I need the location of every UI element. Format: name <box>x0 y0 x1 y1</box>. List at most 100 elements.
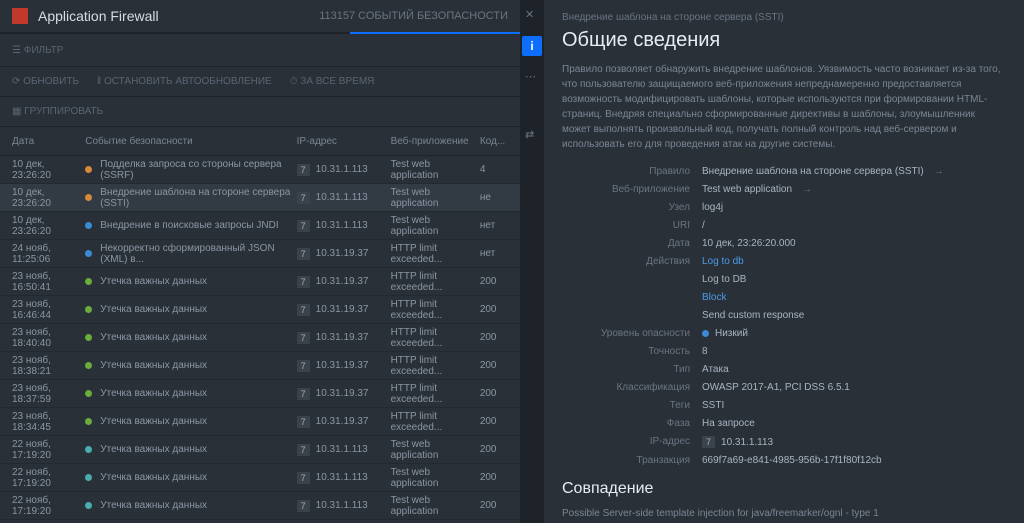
detail-field: IP-адрес710.31.1.113 <box>562 436 1006 448</box>
ip-badge: 7 <box>297 444 310 456</box>
ip-badge: 7 <box>297 164 310 176</box>
table-row[interactable]: 10 дек, 23:26:20 Подделка запроса со сто… <box>0 156 520 184</box>
table-row[interactable]: 23 нояб, 18:40:40 Утечка важных данных 7… <box>0 324 520 352</box>
detail-field: Узелlog4j <box>562 202 1006 213</box>
detail-field: ТипАтака <box>562 364 1006 375</box>
ip-badge: 7 <box>297 500 310 512</box>
status-dot <box>85 502 92 509</box>
detail-field: Block <box>562 292 1006 303</box>
col-event[interactable]: Событие безопасности <box>85 136 296 147</box>
ip-badge: 7 <box>297 248 310 260</box>
status-dot <box>85 306 92 313</box>
field-value[interactable]: Внедрение шаблона на стороне сервера (SS… <box>702 166 944 177</box>
table-row[interactable]: 10 дек, 23:26:20 Внедрение в поисковые з… <box>0 212 520 240</box>
logo <box>12 8 28 24</box>
detail-field: Уровень опасностиНизкий <box>562 328 1006 339</box>
ip-badge: 7 <box>702 436 715 448</box>
detail-field: Точность8 <box>562 346 1006 357</box>
status-dot <box>85 222 92 229</box>
field-value: 10 дек, 23:26:20.000 <box>702 238 796 249</box>
status-dot <box>85 250 92 257</box>
detail-field: Log to DB <box>562 274 1006 285</box>
col-date[interactable]: Дата <box>12 136 85 147</box>
detail-field: URI/ <box>562 220 1006 231</box>
expand-icon[interactable]: ⇄ <box>525 128 539 142</box>
more-icon[interactable]: ⋯ <box>525 70 539 84</box>
detail-heading: Общие сведения <box>562 29 1006 52</box>
field-value: Низкий <box>702 328 748 339</box>
severity-dot <box>702 330 709 337</box>
detail-field: Send custom response <box>562 310 1006 321</box>
field-value: На запросе <box>702 418 755 429</box>
status-dot <box>85 362 92 369</box>
field-value[interactable]: Log to db <box>702 256 744 267</box>
status-dot <box>85 334 92 341</box>
time-filter[interactable]: ⏱ ЗА ВСЕ ВРЕМЯ <box>290 76 375 87</box>
detail-field: ДействияLog to db <box>562 256 1006 267</box>
match-text: Possible Server-side template injection … <box>562 506 1006 521</box>
field-value: 710.31.1.113 <box>702 436 773 448</box>
tab-indicator <box>0 32 520 34</box>
table-row[interactable]: 24 нояб, 11:25:06 Некорректно сформирова… <box>0 240 520 268</box>
ip-badge: 7 <box>297 360 310 372</box>
table-row[interactable]: 23 нояб, 18:37:59 Утечка важных данных 7… <box>0 380 520 408</box>
chevron-right-icon[interactable]: → <box>934 166 944 177</box>
detail-field: ТегиSSTI <box>562 400 1006 411</box>
detail-field: КлассификацияOWASP 2017-A1, PCI DSS 6.5.… <box>562 382 1006 393</box>
field-value: 8 <box>702 346 708 357</box>
field-value[interactable]: Test web application→ <box>702 184 812 195</box>
info-icon[interactable]: i <box>522 36 542 56</box>
ip-badge: 7 <box>297 304 310 316</box>
col-app[interactable]: Веб-приложение <box>391 136 480 147</box>
ip-badge: 7 <box>297 192 310 204</box>
table-header: Дата Событие безопасности IP-адрес Веб-п… <box>0 126 520 156</box>
field-value: 669f7a69-e841-4985-956b-17f1f80f12cb <box>702 455 882 466</box>
detail-subtitle: Внедрение шаблона на стороне сервера (SS… <box>562 12 1006 23</box>
page-title: Application Firewall <box>38 8 319 24</box>
table-row[interactable]: 22 нояб, 17:19:20 Утечка важных данных 7… <box>0 436 520 464</box>
detail-field: Транзакция669f7a69-e841-4985-956b-17f1f8… <box>562 455 1006 466</box>
table-row[interactable]: 23 нояб, 16:46:44 Утечка важных данных 7… <box>0 296 520 324</box>
table-row[interactable]: 10 дек, 23:26:20 Внедрение шаблона на ст… <box>0 184 520 212</box>
field-value: OWASP 2017-A1, PCI DSS 6.5.1 <box>702 382 850 393</box>
filter-button[interactable]: ☰ ФИЛЬТР <box>12 45 63 56</box>
status-dot <box>85 474 92 481</box>
field-value: Send custom response <box>702 310 804 321</box>
table-row[interactable]: 22 нояб, 17:19:20 Утечка важных данных 7… <box>0 492 520 520</box>
ip-badge: 7 <box>297 472 310 484</box>
table-row[interactable]: 23 нояб, 18:38:21 Утечка важных данных 7… <box>0 352 520 380</box>
field-value: Атака <box>702 364 729 375</box>
ip-badge: 7 <box>297 332 310 344</box>
status-dot <box>85 166 92 173</box>
status-dot <box>85 278 92 285</box>
event-count: 113157 СОБЫТИЙ БЕЗОПАСНОСТИ <box>319 10 508 22</box>
group-button[interactable]: ▦ ГРУППИРОВАТЬ <box>12 106 103 117</box>
ip-badge: 7 <box>297 276 310 288</box>
pause-button[interactable]: ‖ ОСТАНОВИТЬ АВТООБНОВЛЕНИЕ <box>97 76 272 87</box>
table-row[interactable]: 23 нояб, 18:34:45 Утечка важных данных 7… <box>0 408 520 436</box>
match-heading: Совпадение <box>562 480 1006 498</box>
field-value: / <box>702 220 705 231</box>
chevron-right-icon[interactable]: → <box>802 184 812 195</box>
ip-badge: 7 <box>297 388 310 400</box>
field-value: SSTI <box>702 400 724 411</box>
close-icon[interactable]: ✕ <box>525 8 539 22</box>
col-ip[interactable]: IP-адрес <box>297 136 391 147</box>
status-dot <box>85 194 92 201</box>
field-value: log4j <box>702 202 723 213</box>
field-value[interactable]: Block <box>702 292 726 303</box>
ip-badge: 7 <box>297 220 310 232</box>
status-dot <box>85 390 92 397</box>
detail-field: Дата10 дек, 23:26:20.000 <box>562 238 1006 249</box>
col-code[interactable]: Код... <box>480 136 508 147</box>
status-dot <box>85 418 92 425</box>
table-row[interactable]: 23 нояб, 16:50:41 Утечка важных данных 7… <box>0 268 520 296</box>
field-value: Log to DB <box>702 274 746 285</box>
detail-description: Правило позволяет обнаружить внедрение ш… <box>562 62 1006 152</box>
refresh-button[interactable]: ⟳ ОБНОВИТЬ <box>12 76 79 87</box>
ip-badge: 7 <box>297 416 310 428</box>
detail-field: ПравилоВнедрение шаблона на стороне серв… <box>562 166 1006 177</box>
detail-field: ФазаНа запросе <box>562 418 1006 429</box>
status-dot <box>85 446 92 453</box>
table-row[interactable]: 22 нояб, 17:19:20 Утечка важных данных 7… <box>0 464 520 492</box>
